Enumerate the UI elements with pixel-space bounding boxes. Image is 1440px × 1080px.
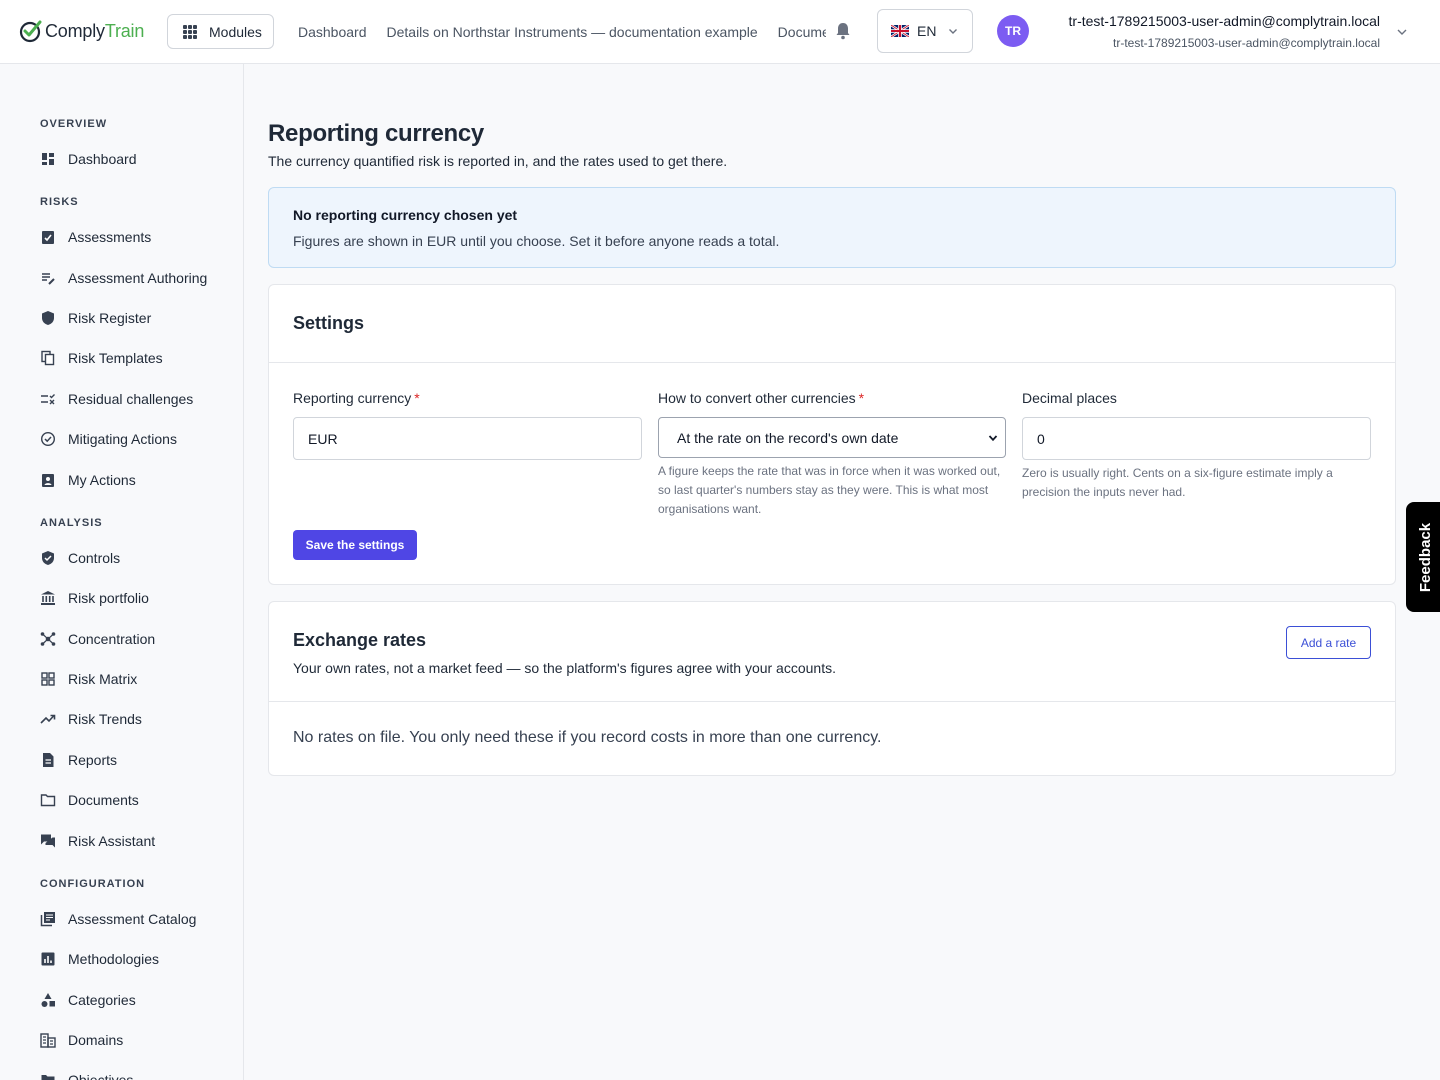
- chevron-down-icon: [949, 29, 958, 34]
- save-settings-button[interactable]: Save the settings: [293, 530, 417, 560]
- bank-icon: [41, 591, 55, 605]
- page-title: Reporting currency: [268, 120, 484, 147]
- sidebar-section-risks: RISKS: [40, 196, 79, 208]
- sidebar-item-assessments[interactable]: Assessments: [40, 225, 151, 249]
- sidebar-item-assessment-catalog[interactable]: Assessment Catalog: [40, 907, 196, 931]
- check-circle-icon: [40, 431, 56, 447]
- language-label: EN: [917, 23, 937, 39]
- exchange-rates-subtitle: Your own rates, not a market feed — so t…: [293, 660, 836, 676]
- sidebar-item-risk-trends[interactable]: Risk Trends: [40, 707, 142, 731]
- exchange-rates-card: Exchange rates Your own rates, not a mar…: [268, 601, 1396, 776]
- exchange-rates-header: Exchange rates Your own rates, not a mar…: [269, 602, 1395, 702]
- reporting-currency-input[interactable]: EUR: [293, 417, 642, 460]
- grid-icon: [41, 672, 55, 686]
- sidebar-item-controls[interactable]: Controls: [40, 546, 120, 570]
- sidebar-item-risk-portfolio[interactable]: Risk portfolio: [40, 586, 149, 610]
- dashboard-icon: [42, 153, 54, 165]
- settings-title: Settings: [293, 313, 365, 333]
- nav-link-documents[interactable]: Documents: [778, 24, 826, 40]
- sidebar-item-objectives[interactable]: Objectives: [40, 1068, 133, 1080]
- uk-flag-icon: [891, 25, 909, 37]
- sidebar-item-risk-register[interactable]: Risk Register: [40, 306, 151, 330]
- settings-card: Settings Reporting currency * EUR How to …: [268, 284, 1396, 585]
- clipboard-check-icon: [42, 231, 54, 244]
- verified-shield-icon: [42, 551, 54, 565]
- sidebar-item-domains[interactable]: Domains: [40, 1028, 123, 1052]
- page-subtitle: The currency quantified risk is reported…: [268, 153, 728, 169]
- exchange-rates-title: Exchange rates: [293, 630, 427, 650]
- top-bar: ComplyTrain Modules Dashboard Details on…: [0, 0, 1440, 64]
- objective-icon: [41, 1075, 55, 1080]
- sidebar-item-methodologies[interactable]: Methodologies: [40, 947, 159, 971]
- chat-icon: [41, 834, 55, 848]
- user-menu-chevron-icon[interactable]: [1396, 26, 1408, 38]
- rule-icon: [41, 394, 55, 405]
- apps-grid-icon: [183, 24, 197, 39]
- category-icon: [41, 993, 55, 1007]
- sidebar-item-residual-challenges[interactable]: Residual challenges: [40, 387, 193, 411]
- sidebar-section-overview: OVERVIEW: [40, 118, 108, 130]
- empty-rates-message: No rates on file. You only need these if…: [293, 729, 882, 746]
- convert-help: A figure keeps the rate that was in forc…: [658, 464, 1001, 516]
- chevron-down-icon: [988, 435, 998, 442]
- sidebar-item-my-actions[interactable]: My Actions: [40, 468, 136, 492]
- assignment-ind-icon: [42, 474, 54, 487]
- feedback-label: Feedback: [1417, 522, 1435, 592]
- bell-icon[interactable]: [835, 22, 851, 40]
- feedback-tab[interactable]: Feedback: [1406, 502, 1440, 612]
- currency-label: Reporting currency *: [293, 390, 420, 406]
- user-email: tr-test-1789215003-user-admin@complytrai…: [1113, 36, 1380, 50]
- logo-check-icon: [19, 20, 42, 43]
- convert-label: How to convert other currencies *: [658, 390, 865, 406]
- decimal-places-input[interactable]: 0: [1022, 417, 1371, 460]
- report-icon: [43, 753, 54, 767]
- nav-link-dashboard[interactable]: Dashboard: [298, 24, 367, 40]
- hub-icon: [40, 632, 56, 646]
- copy-icon: [41, 350, 55, 366]
- modules-button[interactable]: Modules: [167, 14, 274, 49]
- info-alert: No reporting currency chosen yet Figures…: [268, 187, 1396, 268]
- nav-link-details[interactable]: Details on Northstar Instruments — docum…: [387, 24, 758, 40]
- settings-header: Settings: [269, 285, 1395, 363]
- required-mark: *: [858, 390, 865, 406]
- modules-label: Modules: [209, 23, 262, 40]
- shield-icon: [42, 311, 54, 325]
- sidebar-section-configuration: CONFIGURATION: [40, 878, 146, 890]
- logo-text: ComplyTrain: [45, 20, 145, 41]
- domain-icon: [40, 1033, 56, 1048]
- sidebar-section-analysis: ANALYSIS: [40, 517, 103, 529]
- library-icon: [40, 912, 55, 927]
- language-selector[interactable]: EN: [877, 9, 973, 53]
- sidebar-item-risk-matrix[interactable]: Risk Matrix: [40, 667, 137, 691]
- logo[interactable]: ComplyTrain: [19, 17, 144, 45]
- alert-body: Figures are shown in EUR until you choos…: [293, 233, 780, 249]
- sidebar-item-mitigating-actions[interactable]: Mitigating Actions: [40, 427, 177, 451]
- sidebar-item-categories[interactable]: Categories: [40, 988, 136, 1012]
- sidebar-item-documents[interactable]: Documents: [40, 788, 139, 812]
- decimals-help: Zero is usually right. Cents on a six-fi…: [1022, 466, 1333, 499]
- convert-method-select[interactable]: At the rate on the record's own date: [658, 417, 1006, 458]
- sidebar-item-dashboard[interactable]: Dashboard: [40, 147, 137, 171]
- header-nav: Dashboard Details on Northstar Instrumen…: [298, 0, 826, 63]
- sidebar-item-risk-templates[interactable]: Risk Templates: [40, 346, 163, 370]
- sidebar-item-risk-assistant[interactable]: Risk Assistant: [40, 829, 155, 853]
- sidebar-item-reports[interactable]: Reports: [40, 748, 117, 772]
- folder-icon: [40, 794, 56, 807]
- sidebar-item-assessment-authoring[interactable]: Assessment Authoring: [40, 266, 207, 290]
- bar-chart-icon: [41, 952, 55, 966]
- user-name: tr-test-1789215003-user-admin@complytrai…: [1068, 13, 1380, 29]
- avatar[interactable]: TR: [997, 15, 1029, 47]
- edit-list-icon: [42, 273, 55, 285]
- add-rate-button[interactable]: Add a rate: [1286, 626, 1371, 659]
- sidebar-item-concentration[interactable]: Concentration: [40, 627, 155, 651]
- decimals-label: Decimal places: [1022, 390, 1117, 406]
- sidebar: OVERVIEW Dashboard RISKS Assessments Ass…: [0, 64, 244, 1080]
- trending-up-icon: [40, 714, 56, 724]
- required-mark: *: [414, 390, 420, 406]
- alert-title: No reporting currency chosen yet: [293, 207, 518, 223]
